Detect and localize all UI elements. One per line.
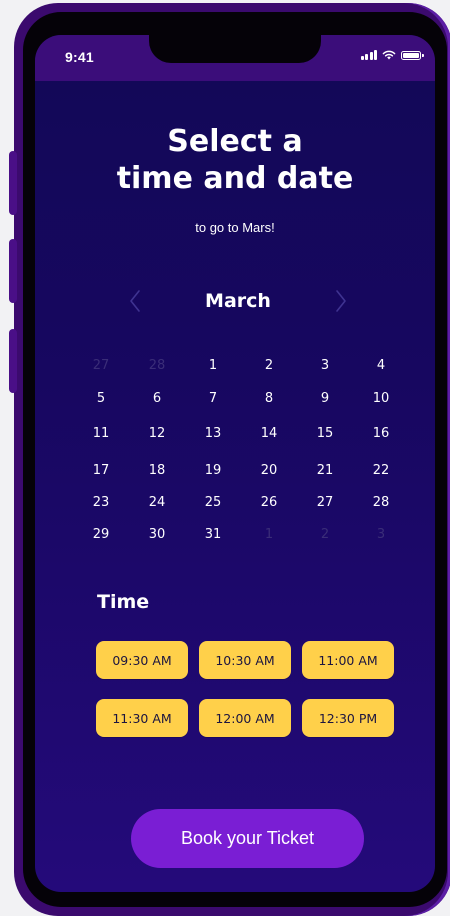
calendar-day[interactable]: 22 <box>364 460 398 482</box>
calendar-day[interactable]: 10 <box>364 388 398 410</box>
calendar-day[interactable]: 11 <box>84 423 118 445</box>
calendar-day[interactable]: 28 <box>364 492 398 514</box>
calendar-day[interactable]: 6 <box>140 388 174 410</box>
title-line-1: Select a <box>167 124 303 159</box>
calendar-day[interactable]: 20 <box>252 460 286 482</box>
calendar-day[interactable]: 19 <box>196 460 230 482</box>
calendar-day[interactable]: 14 <box>252 423 286 445</box>
time-slot-button[interactable]: 11:30 AM <box>96 699 188 737</box>
status-time: 9:41 <box>65 49 94 65</box>
side-button <box>9 329 17 393</box>
time-slot-button[interactable]: 09:30 AM <box>96 641 188 679</box>
month-navigator: March <box>125 287 351 315</box>
calendar-day[interactable]: 18 <box>140 460 174 482</box>
calendar-day-outside-month: 2 <box>320 527 330 542</box>
title-line-2: time and date <box>116 161 354 196</box>
app-screen: 9:41 Select a time and date to go to Mar… <box>35 35 435 892</box>
calendar-day[interactable]: 27 <box>308 492 342 514</box>
calendar-day[interactable]: 8 <box>252 388 286 410</box>
calendar-day[interactable]: 26 <box>252 492 286 514</box>
calendar-day[interactable]: 15 <box>308 423 342 445</box>
side-button <box>9 239 17 303</box>
calendar-week-row: 27 28 1 2 3 4 <box>35 355 435 377</box>
calendar-day[interactable]: 5 <box>84 388 118 410</box>
calendar-day[interactable]: 23 <box>84 492 118 514</box>
time-heading: Time <box>97 591 150 613</box>
wifi-icon <box>382 50 396 60</box>
calendar-day[interactable]: 3 <box>308 355 342 377</box>
page-title: Select a time and date <box>35 123 435 197</box>
calendar-day[interactable]: 1 <box>196 355 230 377</box>
calendar-week-row: 29 30 31 1 2 3 <box>35 524 435 546</box>
signal-icon <box>360 50 377 60</box>
calendar-day[interactable]: 25 <box>196 492 230 514</box>
time-slot-button[interactable]: 12:00 AM <box>199 699 291 737</box>
calendar-day[interactable]: 29 <box>84 524 118 546</box>
calendar-day-outside-month: 28 <box>148 358 166 373</box>
calendar-day[interactable]: 2 <box>252 355 286 377</box>
page-subtitle: to go to Mars! <box>195 220 275 235</box>
phone-frame: 9:41 Select a time and date to go to Mar… <box>9 3 450 916</box>
calendar-week-row: 11 12 13 14 15 16 <box>35 423 435 445</box>
chevron-right-icon[interactable] <box>331 287 351 315</box>
calendar-week-row: 5 6 7 8 9 10 <box>35 388 435 410</box>
calendar-day[interactable]: 24 <box>140 492 174 514</box>
side-button <box>9 151 17 215</box>
status-icons <box>360 50 424 60</box>
calendar-day[interactable]: 21 <box>308 460 342 482</box>
battery-icon <box>401 50 424 60</box>
time-slot-button[interactable]: 11:00 AM <box>302 641 394 679</box>
calendar-day-outside-month: 3 <box>376 527 386 542</box>
calendar-day[interactable]: 30 <box>140 524 174 546</box>
calendar-day[interactable]: 12 <box>140 423 174 445</box>
phone-bezel: 9:41 Select a time and date to go to Mar… <box>23 12 447 907</box>
calendar-day[interactable]: 7 <box>196 388 230 410</box>
calendar-day[interactable]: 9 <box>308 388 342 410</box>
time-slot-button[interactable]: 12:30 PM <box>302 699 394 737</box>
calendar-day[interactable]: 13 <box>196 423 230 445</box>
phone-notch <box>149 35 321 63</box>
calendar-day[interactable]: 4 <box>364 355 398 377</box>
calendar-week-row: 23 24 25 26 27 28 <box>35 492 435 514</box>
calendar-day[interactable]: 16 <box>364 423 398 445</box>
book-ticket-button[interactable]: Book your Ticket <box>131 809 364 868</box>
calendar-day-outside-month: 1 <box>264 527 274 542</box>
chevron-left-icon[interactable] <box>125 287 145 315</box>
month-label: March <box>205 290 271 312</box>
calendar-day-outside-month: 27 <box>92 358 110 373</box>
time-slot-button[interactable]: 10:30 AM <box>199 641 291 679</box>
calendar-week-row: 17 18 19 20 21 22 <box>35 460 435 482</box>
calendar-day[interactable]: 17 <box>84 460 118 482</box>
calendar-day[interactable]: 31 <box>196 524 230 546</box>
